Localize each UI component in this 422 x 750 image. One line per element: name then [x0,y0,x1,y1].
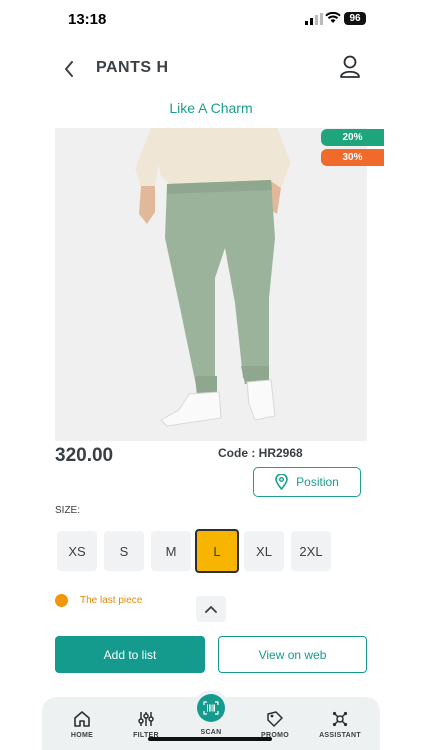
position-label: Position [296,475,339,489]
chevron-left-icon [65,61,73,77]
size-option-m[interactable]: M [151,531,191,571]
size-label: SIZE: [55,505,81,516]
header: PANTS H [0,48,422,90]
home-indicator [148,737,272,741]
stock-dot [55,594,68,607]
stock-status: The last piece [55,594,142,607]
position-button[interactable]: Position [253,467,361,497]
stock-text: The last piece [80,595,143,606]
product-price: 320.00 [55,445,114,466]
view-on-web-button[interactable]: View on web [218,636,367,673]
page-title: PANTS H [96,59,169,76]
size-option-2xl[interactable]: 2XL [291,531,331,571]
brand-name: Like A Charm [169,100,253,116]
tab-label: HOME [70,732,94,739]
tab-filter[interactable]: FILTER [116,710,176,739]
map-pin-icon [275,474,288,490]
scan-button[interactable] [197,694,225,722]
status-bar: 13:18 96 [0,0,422,38]
discount-badge: 20% [321,129,384,146]
tab-assistant[interactable]: ASSISTANT [310,710,370,739]
filter-icon [138,712,154,726]
back-button[interactable] [58,56,80,82]
assistant-icon [332,711,348,727]
product-image [55,128,367,441]
tab-scan[interactable]: SCAN [181,729,241,736]
size-option-l[interactable]: L [195,529,239,573]
home-icon [74,711,90,727]
collapse-button[interactable] [196,596,226,622]
tab-home[interactable]: HOME [52,710,112,739]
tab-label: SCAN [200,729,222,736]
tab-label: ASSISTANT [319,732,361,739]
add-to-list-button[interactable]: Add to list [55,636,205,673]
wifi-icon [325,12,341,23]
barcode-icon [203,701,219,715]
size-selector: XS S M L XL 2XL [57,529,337,573]
chevron-up-icon [205,606,217,613]
user-icon [340,55,360,78]
status-time: 13:18 [68,11,107,28]
profile-button[interactable] [339,55,363,81]
tab-promo[interactable]: PROMO [245,710,305,739]
size-option-xs[interactable]: XS [57,531,97,571]
signal-icon [305,13,323,25]
tag-icon [267,711,283,727]
product-code: Code : HR2968 [218,446,303,460]
discount-badge: 30% [321,149,384,166]
size-option-s[interactable]: S [104,531,144,571]
battery-indicator: 96 [344,12,366,25]
product-photo [55,128,367,441]
size-option-xl[interactable]: XL [244,531,284,571]
